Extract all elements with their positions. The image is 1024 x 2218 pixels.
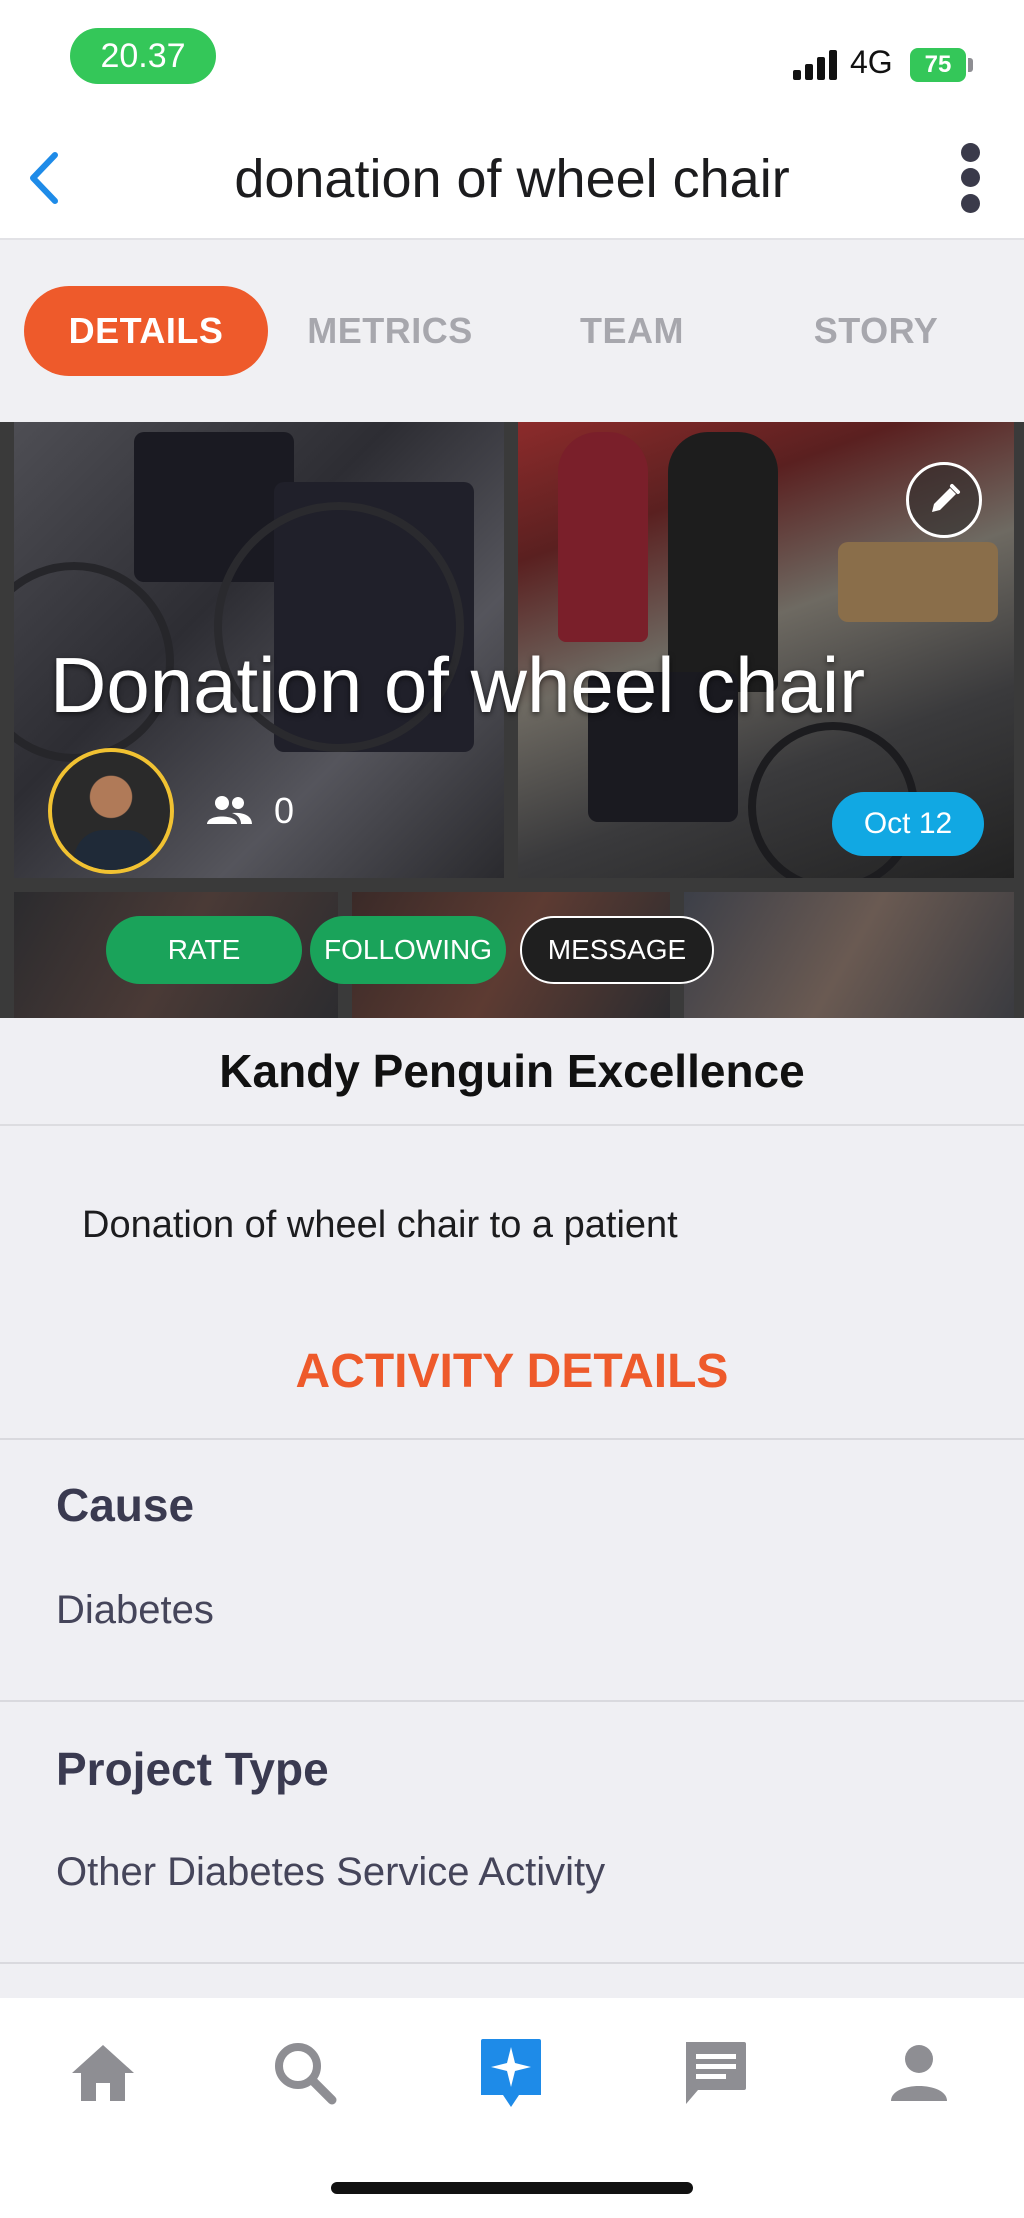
tab-story[interactable]: STORY bbox=[776, 286, 976, 376]
more-vertical-icon bbox=[960, 143, 980, 163]
tab-metrics[interactable]: METRICS bbox=[290, 286, 490, 376]
tab-team[interactable]: TEAM bbox=[534, 286, 730, 376]
nav-home[interactable] bbox=[58, 2028, 148, 2118]
battery-icon: 75 bbox=[910, 48, 966, 82]
back-button[interactable] bbox=[14, 146, 74, 210]
nav-profile[interactable] bbox=[874, 2028, 964, 2118]
member-count-value: 0 bbox=[274, 790, 295, 831]
following-button[interactable]: FOLLOWING bbox=[310, 916, 506, 984]
divider bbox=[0, 1700, 1024, 1702]
tab-bar: DETAILS METRICS TEAM STORY bbox=[0, 240, 1024, 422]
profile-icon bbox=[891, 2045, 947, 2101]
search-icon bbox=[275, 2043, 337, 2105]
nav-messages[interactable] bbox=[670, 2028, 760, 2118]
tab-details[interactable]: DETAILS bbox=[24, 286, 268, 376]
photo-thumbnail[interactable] bbox=[684, 892, 1014, 1018]
status-bar: 20.37 4G 75 bbox=[0, 0, 1024, 118]
rate-button[interactable]: RATE bbox=[106, 916, 302, 984]
activity-description: Donation of wheel chair to a patient bbox=[82, 1204, 678, 1246]
pencil-icon bbox=[932, 484, 960, 512]
status-time: 20.37 bbox=[70, 28, 216, 84]
more-options-button[interactable] bbox=[940, 140, 1000, 216]
details-content: Kandy Penguin Excellence Donation of whe… bbox=[0, 1018, 1024, 1998]
people-icon bbox=[207, 796, 252, 824]
battery-tip bbox=[968, 58, 973, 72]
field-label-project-type: Project Type bbox=[56, 1743, 329, 1795]
home-indicator bbox=[331, 2182, 693, 2194]
hero-title: Donation of wheel chair bbox=[50, 641, 866, 729]
page-title: donation of wheel chair bbox=[234, 149, 790, 209]
chat-icon bbox=[686, 2042, 746, 2104]
signal-icon bbox=[793, 48, 839, 80]
nav-header: donation of wheel chair bbox=[0, 118, 1024, 240]
member-count: 0 bbox=[204, 790, 294, 832]
avatar[interactable] bbox=[48, 748, 174, 874]
date-badge: Oct 12 bbox=[832, 792, 984, 856]
activity-icon bbox=[481, 2039, 541, 2107]
field-value-cause: Diabetes bbox=[56, 1588, 214, 1632]
activity-hero: Donation of wheel chair 0 Oct 12 RATE FO… bbox=[0, 422, 1024, 1018]
divider bbox=[0, 1962, 1024, 1964]
organization-name: Kandy Penguin Excellence bbox=[219, 1045, 805, 1097]
organization-row[interactable]: Kandy Penguin Excellence bbox=[0, 1018, 1024, 1126]
field-value-project-type: Other Diabetes Service Activity bbox=[56, 1850, 606, 1894]
network-label: 4G bbox=[850, 44, 893, 80]
message-button[interactable]: MESSAGE bbox=[520, 916, 714, 984]
bottom-nav bbox=[0, 1998, 1024, 2218]
field-label-cause: Cause bbox=[56, 1479, 195, 1531]
nav-activity[interactable] bbox=[466, 2028, 556, 2118]
edit-button[interactable] bbox=[906, 462, 982, 538]
nav-search[interactable] bbox=[260, 2028, 350, 2118]
chevron-left-icon bbox=[30, 152, 58, 204]
section-title: ACTIVITY DETAILS bbox=[295, 1345, 729, 1398]
home-icon bbox=[72, 2045, 134, 2101]
divider bbox=[0, 1438, 1024, 1440]
